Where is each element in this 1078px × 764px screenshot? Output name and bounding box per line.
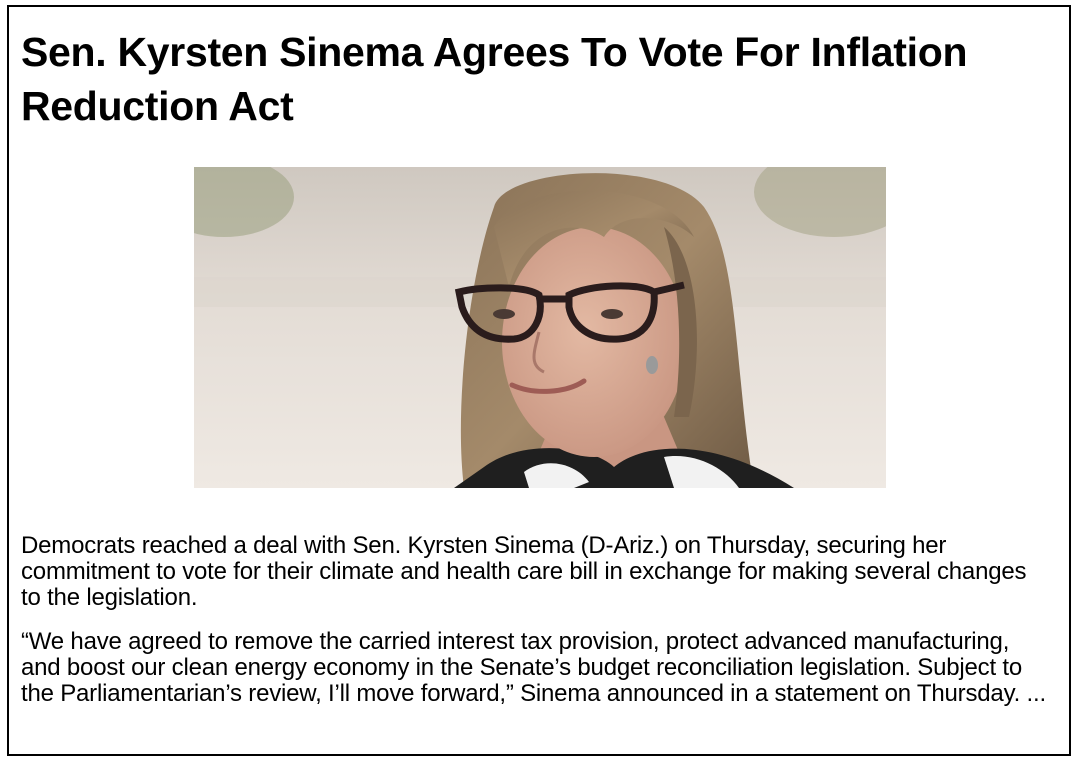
article-paragraph-1: Democrats reached a deal with Sen. Kyrst… xyxy=(21,532,1027,611)
article-paragraph-2: “We have agreed to remove the carried in… xyxy=(21,628,1046,707)
article-photo xyxy=(194,167,886,488)
article-headline: Sen. Kyrsten Sinema Agrees To Vote For I… xyxy=(21,29,968,129)
portrait-illustration xyxy=(194,167,886,488)
article-card: Sen. Kyrsten Sinema Agrees To Vote For I… xyxy=(7,5,1071,756)
